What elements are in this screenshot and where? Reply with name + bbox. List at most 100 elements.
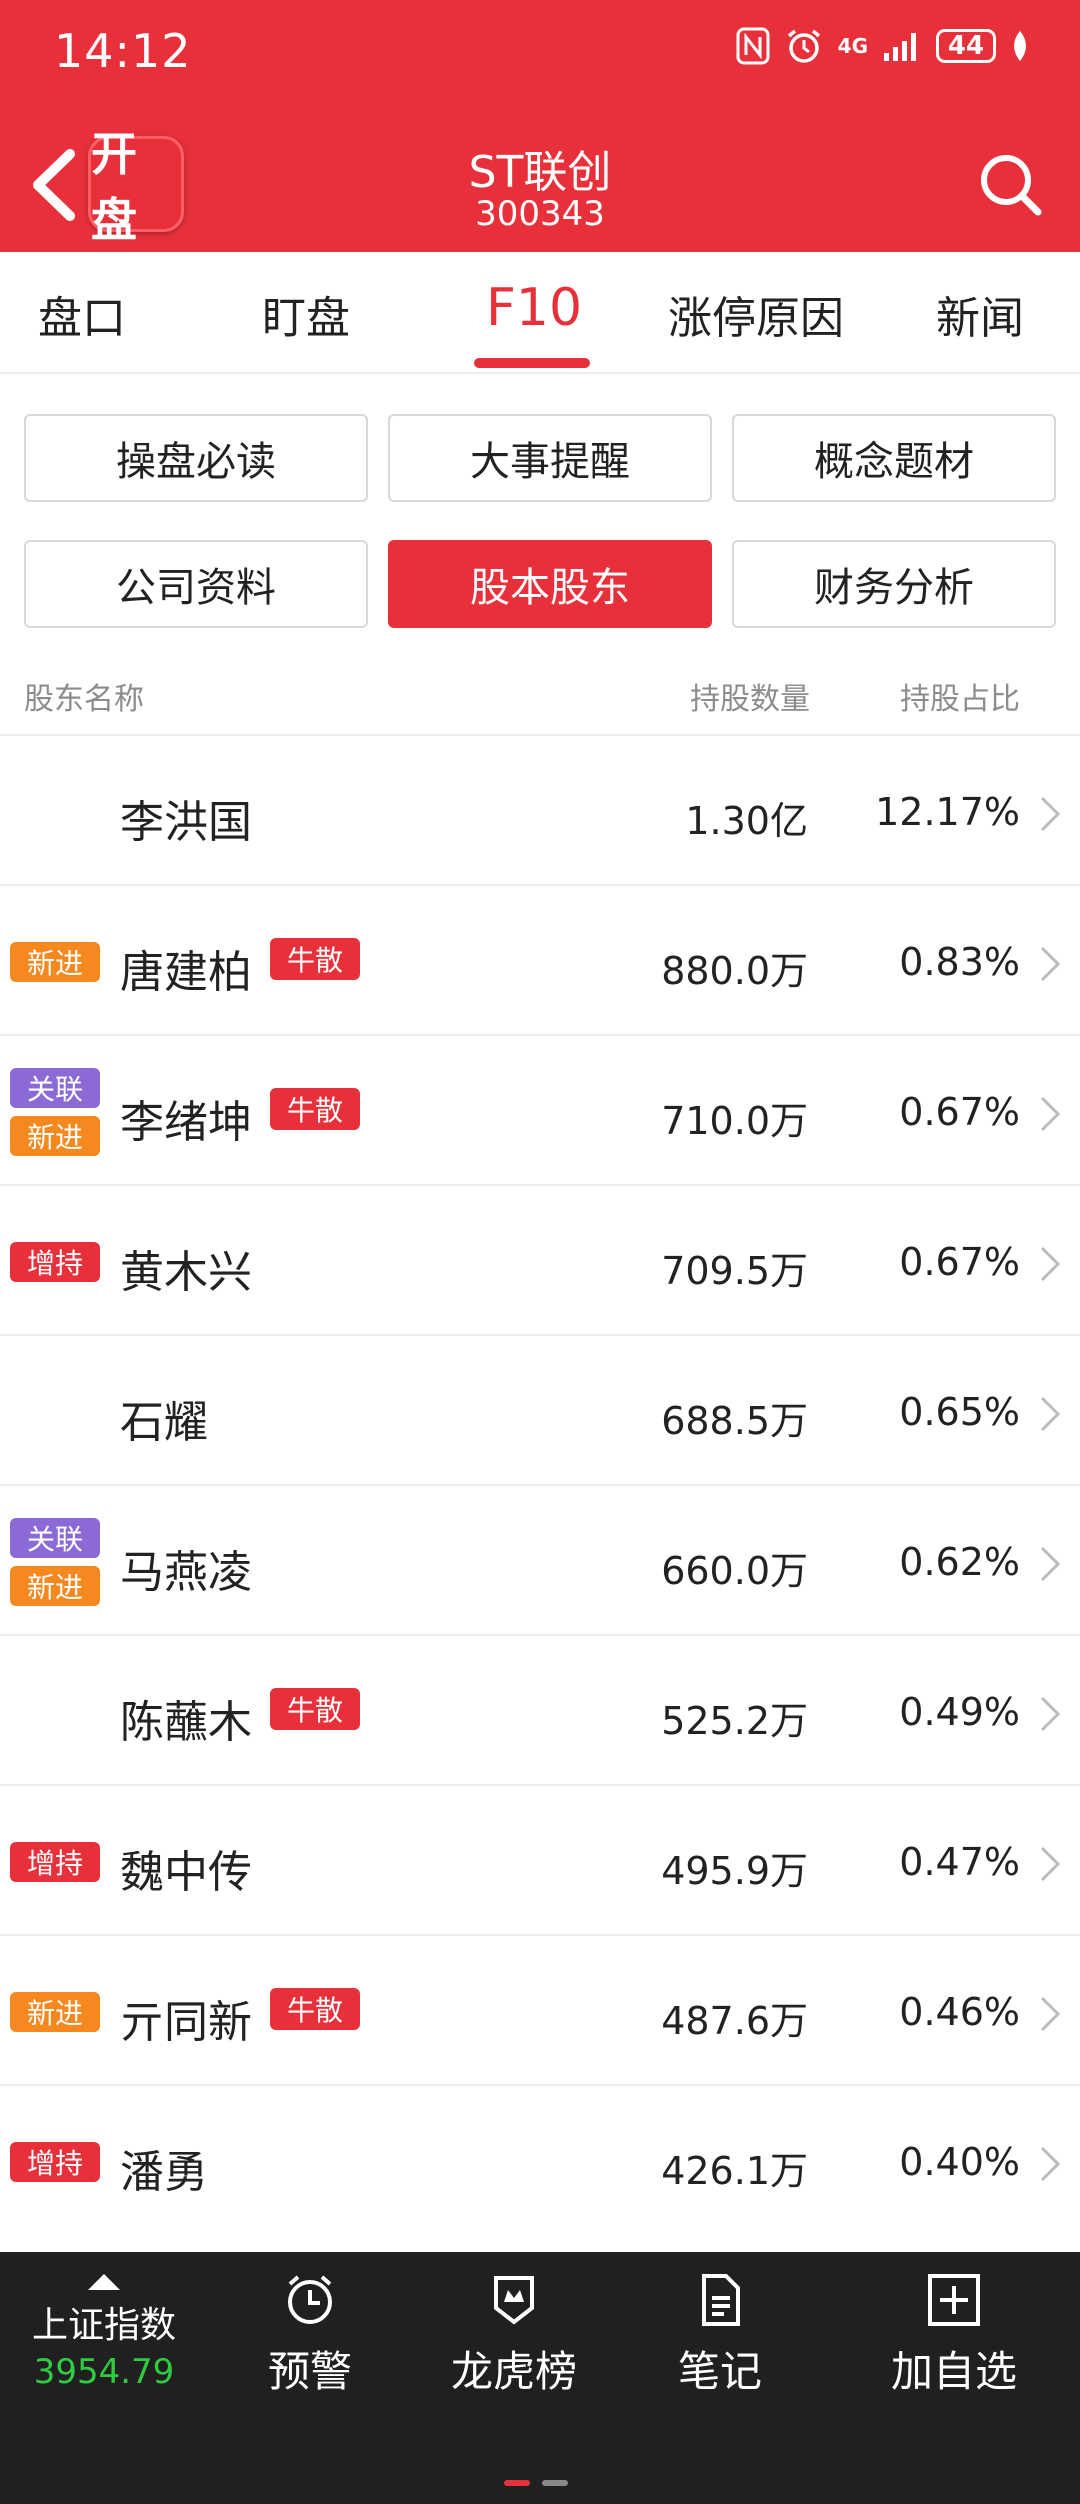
badge-big-investor: 牛散 [270, 938, 360, 980]
dragon-tiger-list-button[interactable]: 龙虎榜 [444, 2272, 584, 2399]
shares-ratio: 0.47% [899, 1840, 1020, 1884]
leaf-icon [1010, 29, 1030, 63]
table-row[interactable]: 增持 黄木兴 709.5万 0.67% [0, 1184, 1080, 1334]
page-indicator [504, 2480, 568, 2486]
events-reminder-button[interactable]: 大事提醒 [388, 414, 712, 502]
table-row[interactable]: 增持 潘勇 426.1万 0.40% [0, 2084, 1080, 2234]
table-row[interactable]: 石耀 688.5万 0.65% [0, 1334, 1080, 1484]
shares-ratio: 0.46% [899, 1990, 1020, 2034]
column-header-shares: 持股数量 [690, 682, 810, 717]
shares-ratio: 0.83% [899, 940, 1020, 984]
tag-increase: 增持 [10, 1242, 100, 1282]
shares-count: 1.30亿 [685, 799, 808, 843]
shares-count: 426.1万 [661, 2149, 808, 2193]
notes-button[interactable]: 笔记 [660, 2272, 780, 2399]
tab-f10[interactable]: F10 [486, 278, 582, 338]
tag-new-entry: 新进 [10, 1992, 100, 2032]
notes-label: 笔记 [677, 2347, 762, 2396]
shareholder-name: 潘勇 [120, 2147, 208, 2198]
chevron-right-icon [1040, 796, 1061, 832]
shares-count: 495.9万 [661, 1849, 808, 1893]
shares-count: 709.5万 [661, 1249, 808, 1293]
column-header-name: 股东名称 [24, 682, 144, 717]
shares-ratio: 0.67% [899, 1090, 1020, 1134]
badge-big-investor: 牛散 [270, 1088, 360, 1130]
dragon-tiger-label: 龙虎榜 [450, 2347, 577, 2396]
plus-square-icon [928, 2274, 980, 2326]
chevron-right-icon [1040, 1696, 1061, 1732]
table-row[interactable]: 李洪国 1.30亿 12.17% [0, 734, 1080, 884]
tag-new-entry: 新进 [10, 1566, 100, 1606]
chevron-right-icon [1040, 1396, 1061, 1432]
index-widget[interactable]: 上证指数 3954.79 [24, 2272, 184, 2392]
shareholder-name: 李洪国 [120, 797, 252, 848]
shares-ratio: 0.65% [899, 1390, 1020, 1434]
chevron-right-icon [1040, 1246, 1061, 1282]
shares-count: 660.0万 [661, 1549, 808, 1593]
shares-count: 487.6万 [661, 1999, 808, 2043]
status-time: 14:12 [54, 24, 192, 78]
caret-up-icon [88, 2274, 120, 2290]
concept-theme-button[interactable]: 概念题材 [732, 414, 1056, 502]
shareholder-name: 李绪坤 [120, 1097, 252, 1148]
shares-ratio: 0.67% [899, 1240, 1020, 1284]
index-name: 上证指数 [31, 2305, 176, 2346]
search-icon[interactable] [976, 150, 1044, 218]
app-header: 14:12 4G 44 开盘 ST联创 300343 [0, 0, 1080, 252]
chevron-right-icon [1040, 1096, 1061, 1132]
stock-code: 300343 [475, 194, 605, 234]
shares-ratio: 0.49% [899, 1690, 1020, 1734]
tag-new-entry: 新进 [10, 1116, 100, 1156]
table-row[interactable]: 陈蘸木 牛散 525.2万 0.49% [0, 1634, 1080, 1784]
shareholders-button[interactable]: 股本股东 [388, 540, 712, 628]
shares-ratio: 0.62% [899, 1540, 1020, 1584]
badge-big-investor: 牛散 [270, 1988, 360, 2030]
alert-button[interactable]: 预警 [250, 2272, 370, 2399]
shareholder-name: 黄木兴 [120, 1247, 252, 1298]
shareholder-name: 马燕凌 [120, 1547, 252, 1598]
battery-indicator: 44 [936, 29, 996, 63]
tab-limit-up-reason[interactable]: 涨停原因 [668, 282, 844, 346]
column-header-ratio: 持股占比 [900, 682, 1020, 717]
shareholder-name: 魏中传 [120, 1847, 252, 1898]
notes-icon [702, 2274, 740, 2326]
tab-pankou[interactable]: 盘口 [38, 282, 126, 346]
shareholder-name: 石耀 [120, 1397, 208, 1448]
table-row[interactable]: 关联 新进 李绪坤 牛散 710.0万 0.67% [0, 1034, 1080, 1184]
alarm-icon [784, 26, 824, 66]
chevron-right-icon [1040, 2146, 1061, 2182]
alarm-clock-icon [288, 2275, 332, 2324]
trading-guide-button[interactable]: 操盘必读 [24, 414, 368, 502]
shareholder-list: 李洪国 1.30亿 12.17% 新进 唐建柏 牛散 880.0万 0.83% … [0, 734, 1080, 2234]
tab-dingpan[interactable]: 盯盘 [262, 282, 350, 346]
page-dot [542, 2480, 568, 2486]
stock-name: ST联创 [468, 147, 612, 198]
bottom-toolbar: 上证指数 3954.79 预警 龙虎榜 笔记 加自选 [0, 2252, 1080, 2504]
nfc-icon [736, 27, 770, 65]
shares-ratio: 12.17% [875, 790, 1020, 834]
crown-shield-icon [494, 2276, 534, 2325]
chevron-right-icon [1040, 1846, 1061, 1882]
add-watchlist-button[interactable]: 加自选 [874, 2272, 1034, 2399]
shares-count: 525.2万 [661, 1699, 808, 1743]
network-label: 4G [837, 34, 868, 58]
shares-count: 880.0万 [661, 949, 808, 993]
tag-related: 关联 [10, 1518, 100, 1558]
badge-big-investor: 牛散 [270, 1688, 360, 1730]
table-row[interactable]: 新进 唐建柏 牛散 880.0万 0.83% [0, 884, 1080, 1034]
add-watchlist-label: 加自选 [890, 2347, 1017, 2396]
financial-analysis-button[interactable]: 财务分析 [732, 540, 1056, 628]
page-dot-active [504, 2480, 530, 2486]
tag-new-entry: 新进 [10, 942, 100, 982]
active-tab-indicator [474, 358, 590, 368]
status-icons: 4G 44 [736, 26, 1030, 66]
tag-increase: 增持 [10, 1842, 100, 1882]
tab-news[interactable]: 新闻 [936, 282, 1024, 346]
table-row[interactable]: 增持 魏中传 495.9万 0.47% [0, 1784, 1080, 1934]
company-info-button[interactable]: 公司资料 [24, 540, 368, 628]
table-row[interactable]: 关联 新进 马燕凌 660.0万 0.62% [0, 1484, 1080, 1634]
shareholder-name: 亓同新 [120, 1997, 252, 2048]
shareholder-name: 唐建柏 [120, 947, 252, 998]
shares-count: 710.0万 [661, 1099, 808, 1143]
table-row[interactable]: 新进 亓同新 牛散 487.6万 0.46% [0, 1934, 1080, 2084]
